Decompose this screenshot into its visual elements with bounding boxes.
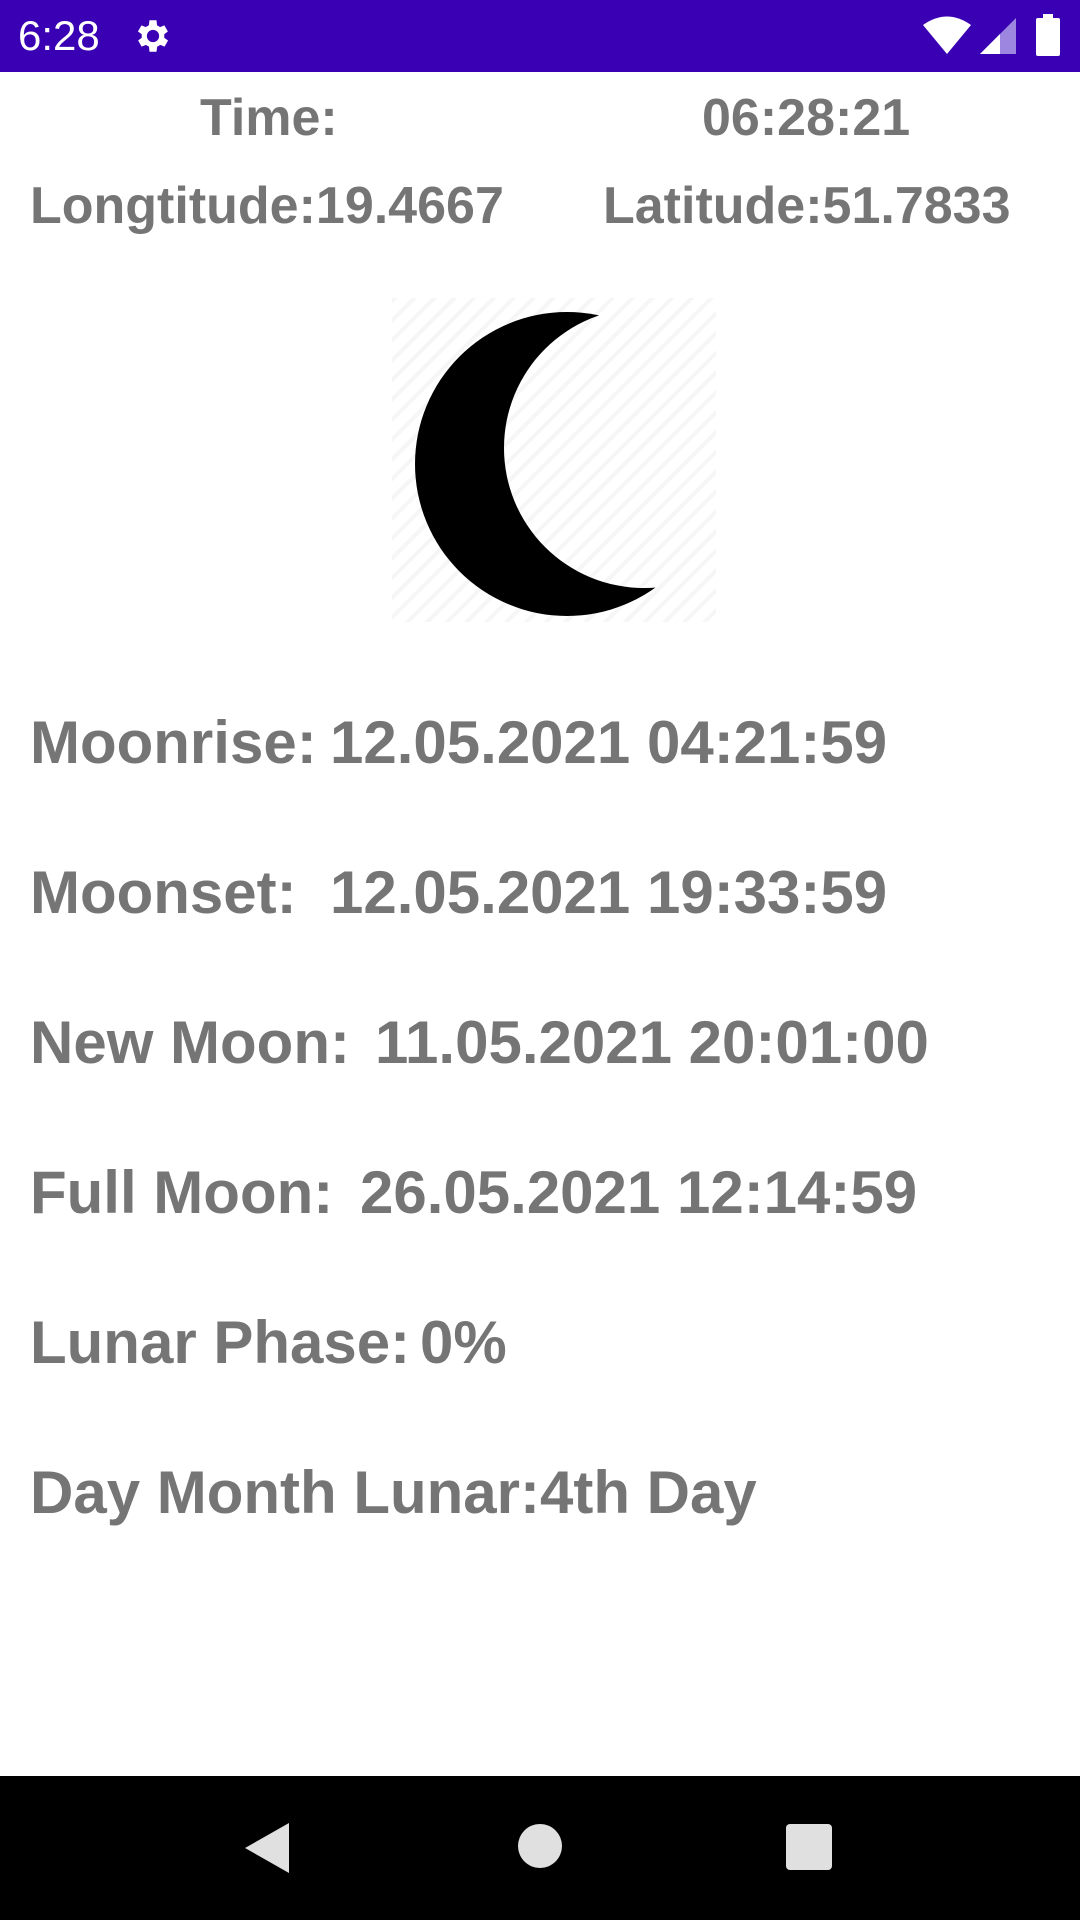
- moonset-value: 12.05.2021 19:33:59: [330, 859, 888, 926]
- time-value: 06:28:21: [702, 89, 911, 147]
- back-icon[interactable]: [243, 1821, 291, 1875]
- lunar-phase-value: 0%: [420, 1309, 507, 1376]
- lunar-phase-label: Lunar Phase:: [30, 1309, 411, 1376]
- moon-info-screen: Time: 06:28:21 Longtitude:19.4667 Latitu…: [0, 72, 1080, 1776]
- latitude-text: Latitude:51.7833: [603, 177, 1011, 235]
- moonrise-value: 12.05.2021 04:21:59: [330, 709, 888, 776]
- home-icon[interactable]: [518, 1824, 562, 1868]
- day-month-lunar-value: 4th Day: [540, 1459, 757, 1526]
- moonset-label: Moonset:: [30, 859, 297, 926]
- time-label: Time:: [200, 89, 338, 147]
- gear-icon: [137, 20, 169, 52]
- longitude-text: Longtitude:19.4667: [30, 177, 504, 235]
- full-moon-value: 26.05.2021 12:14:59: [360, 1159, 918, 1226]
- new-moon-value: 11.05.2021 20:01:00: [375, 1009, 929, 1076]
- cell-signal-icon: [980, 18, 1016, 54]
- status-time: 6:28: [18, 12, 100, 59]
- moon-phase-image: [392, 298, 719, 622]
- status-bar: 6:28: [0, 0, 1080, 72]
- wifi-icon: [923, 16, 971, 54]
- battery-icon: [1036, 14, 1060, 56]
- recents-icon[interactable]: [786, 1824, 832, 1870]
- day-month-lunar-label: Day Month Lunar:: [30, 1459, 540, 1526]
- moonrise-label: Moonrise:: [30, 709, 317, 776]
- crescent-moon-icon: [415, 312, 719, 616]
- new-moon-label: New Moon:: [30, 1009, 350, 1076]
- full-moon-label: Full Moon:: [30, 1159, 334, 1226]
- navigation-bar: [0, 1776, 1080, 1920]
